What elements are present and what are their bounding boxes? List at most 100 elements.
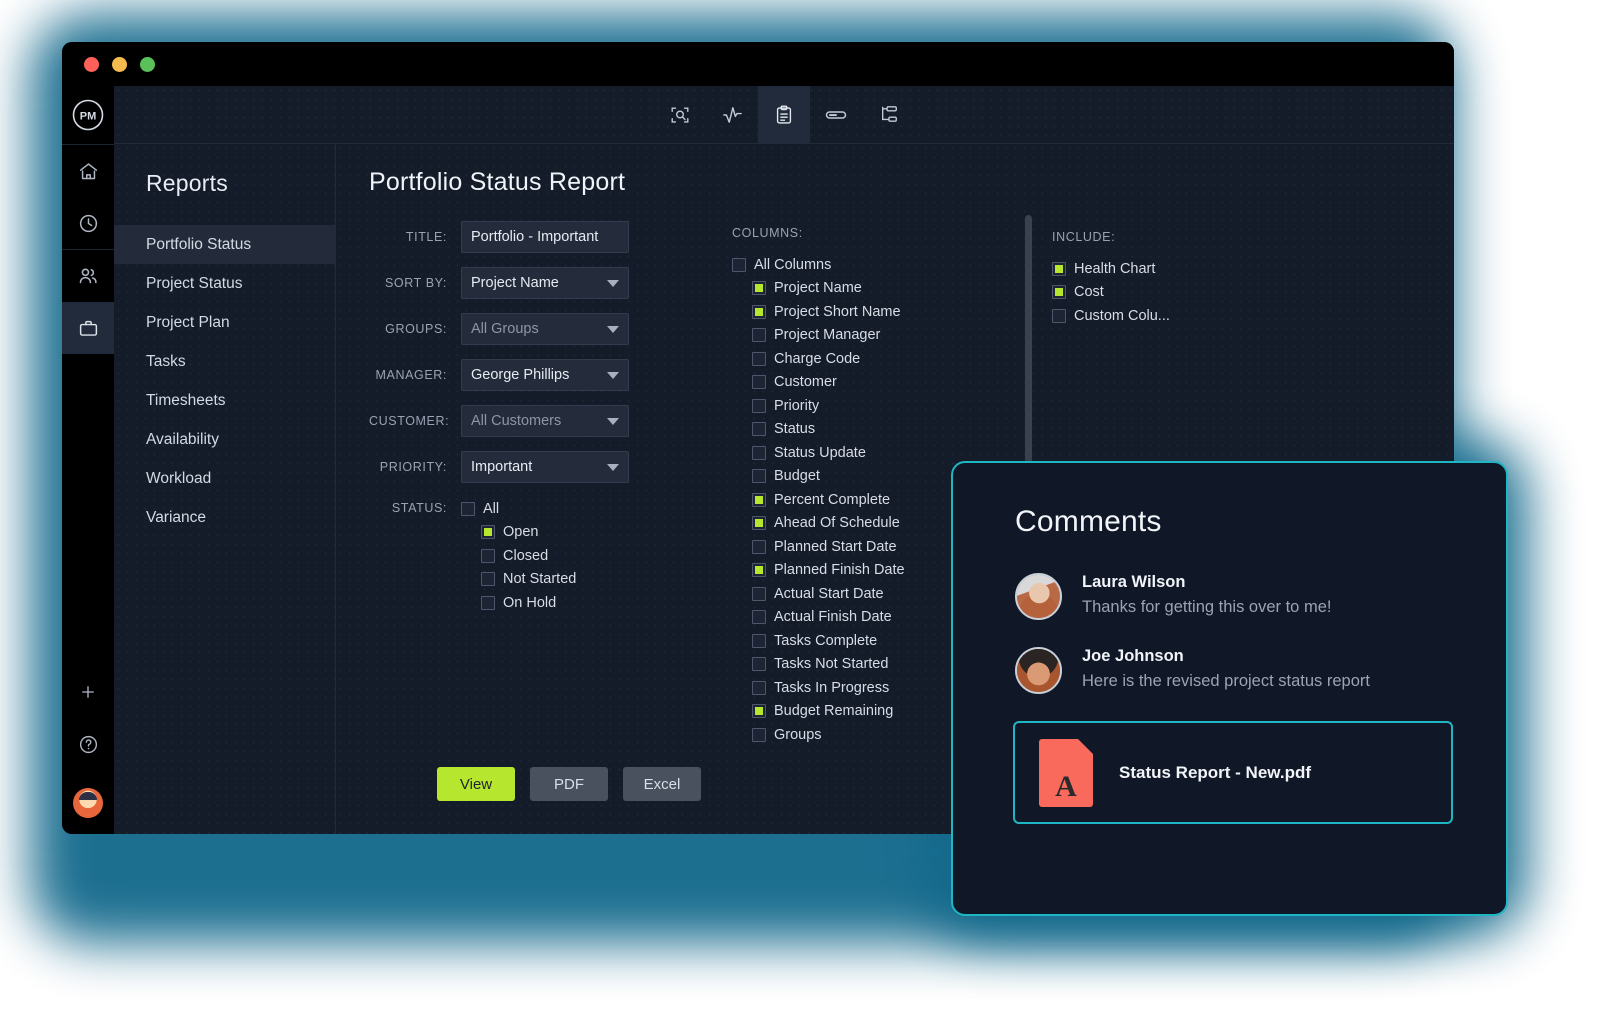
include-checkbox-label: Cost <box>1074 284 1104 301</box>
hierarchy-icon <box>877 104 899 126</box>
pdf-button[interactable]: PDF <box>530 767 608 801</box>
customer-select[interactable]: All Customers <box>461 405 629 437</box>
title-input[interactable]: Portfolio - Important <box>461 221 629 253</box>
toolbar-item-structure[interactable] <box>862 86 914 143</box>
checkbox-box <box>752 633 766 648</box>
checkbox-box <box>481 572 495 587</box>
svg-text:PM: PM <box>80 111 97 123</box>
priority-select[interactable]: Important <box>461 451 629 483</box>
sidebar-item-portfolio-status[interactable]: Portfolio Status <box>114 225 335 264</box>
field-row-sort-by: SORT BY: Project Name <box>369 267 669 299</box>
pdf-file-icon: A <box>1039 738 1093 807</box>
include-checkbox-cost[interactable]: Cost <box>1052 281 1282 305</box>
toolbar-item-reports[interactable] <box>758 86 810 143</box>
columns-checkbox-priority[interactable]: Priority <box>752 394 1022 418</box>
toolbar-item-search[interactable] <box>654 86 706 143</box>
sidebar-item-timesheets[interactable]: Timesheets <box>114 381 335 420</box>
checkbox-box <box>752 281 766 296</box>
maximize-traffic-light[interactable] <box>140 56 155 72</box>
checkbox-box <box>752 328 766 343</box>
columns-checkbox-status[interactable]: Status <box>752 418 1022 442</box>
status-checkbox-label: On Hold <box>503 594 557 611</box>
status-checkbox-closed[interactable]: Closed <box>481 544 576 568</box>
checkbox-box <box>481 548 495 563</box>
columns-checkbox-label: Charge Code <box>774 350 861 367</box>
top-toolbar <box>114 86 1454 144</box>
checkbox-box <box>752 586 766 601</box>
comment-author: Laura Wilson <box>1082 573 1186 591</box>
toolbar-item-activity[interactable] <box>706 86 758 143</box>
view-button[interactable]: View <box>437 767 515 801</box>
window-titlebar <box>62 42 1454 86</box>
sidebar-item-variance[interactable]: Variance <box>114 498 335 537</box>
status-checkbox-not-started[interactable]: Not Started <box>481 568 576 592</box>
comment-text: Thanks for getting this over to me! <box>1082 598 1332 616</box>
comment-body: Laura Wilson Thanks for getting this ove… <box>1082 573 1331 620</box>
avatar <box>1015 647 1062 694</box>
columns-checkbox-label: Actual Finish Date <box>774 609 892 626</box>
vertical-scrollbar[interactable] <box>1025 215 1032 463</box>
close-traffic-light[interactable] <box>84 56 99 72</box>
rail-item-add[interactable] <box>62 666 114 718</box>
sidebar-item-project-plan[interactable]: Project Plan <box>114 303 335 342</box>
rail-item-time[interactable] <box>62 197 114 249</box>
field-row-title: TITLE: Portfolio - Important <box>369 221 669 253</box>
columns-checkbox-charge-code[interactable]: Charge Code <box>752 347 1022 371</box>
priority-value: Important <box>471 459 533 475</box>
checkbox-box <box>1052 261 1066 276</box>
columns-checkbox-label: Tasks Not Started <box>774 656 889 673</box>
columns-label: COLUMNS: <box>732 226 803 240</box>
user-avatar[interactable] <box>73 788 103 818</box>
status-checkbox-on-hold[interactable]: On Hold <box>481 591 576 615</box>
reports-pane: Reports Portfolio Status Project Status … <box>114 144 336 834</box>
chevron-down-icon <box>607 279 619 287</box>
groups-select[interactable]: All Groups <box>461 313 629 345</box>
columns-checkbox-project-name[interactable]: Project Name <box>752 277 1022 301</box>
columns-checkbox-label: Ahead Of Schedule <box>774 515 900 532</box>
sidebar-item-project-status[interactable]: Project Status <box>114 264 335 303</box>
columns-checkbox-label: Groups <box>774 726 822 743</box>
include-checkbox-custom-columns[interactable]: Custom Colu... <box>1052 304 1282 328</box>
rail-item-help[interactable] <box>62 718 114 770</box>
app-logo[interactable]: PM <box>62 86 114 144</box>
minimize-traffic-light[interactable] <box>112 56 127 72</box>
sort-by-label: SORT BY: <box>384 276 447 290</box>
include-checkbox-label: Health Chart <box>1074 260 1156 277</box>
columns-checkbox-customer[interactable]: Customer <box>752 371 1022 395</box>
columns-checkbox-project-short-name[interactable]: Project Short Name <box>752 300 1022 324</box>
toolbar-item-progress[interactable] <box>810 86 862 143</box>
columns-checkbox-label: Planned Finish Date <box>774 562 905 579</box>
excel-button[interactable]: Excel <box>623 767 701 801</box>
comment-text: Here is the revised project status repor… <box>1082 672 1370 690</box>
rail-item-team[interactable] <box>62 250 114 302</box>
sidebar-item-workload[interactable]: Workload <box>114 459 335 498</box>
columns-checkbox-label: Budget Remaining <box>774 703 894 720</box>
sidebar-item-tasks[interactable]: Tasks <box>114 342 335 381</box>
include-checkbox-health-chart[interactable]: Health Chart <box>1052 257 1282 281</box>
sort-by-value: Project Name <box>471 275 559 291</box>
checkbox-box <box>481 595 495 610</box>
manager-label: MANAGER: <box>375 368 447 382</box>
action-buttons: View PDF Excel <box>437 767 701 801</box>
checkbox-box <box>752 469 766 484</box>
columns-checkbox-all-columns[interactable]: All Columns <box>732 253 1022 277</box>
attachment-card[interactable]: A Status Report - New.pdf <box>1013 721 1453 824</box>
checkbox-box <box>752 398 766 413</box>
columns-checkbox-label: Tasks Complete <box>774 632 878 649</box>
status-checkbox-all[interactable]: All <box>461 497 576 521</box>
priority-label: PRIORITY: <box>379 460 447 474</box>
activity-chart-icon <box>721 103 744 126</box>
sort-by-select[interactable]: Project Name <box>461 267 629 299</box>
checkbox-box <box>732 257 746 272</box>
columns-checkbox-project-manager[interactable]: Project Manager <box>752 324 1022 348</box>
sidebar-item-availability[interactable]: Availability <box>114 420 335 459</box>
columns-checkbox-label: Customer <box>774 374 837 391</box>
rail-item-home[interactable] <box>62 145 114 197</box>
clock-icon <box>78 213 99 234</box>
comment-body: Joe Johnson Here is the revised project … <box>1082 647 1370 694</box>
comment-author: Joe Johnson <box>1082 647 1184 665</box>
rail-item-portfolio[interactable] <box>62 302 114 354</box>
manager-select[interactable]: George Phillips <box>461 359 629 391</box>
columns-checkbox-label: Status Update <box>774 444 866 461</box>
status-checkbox-open[interactable]: Open <box>481 521 576 545</box>
